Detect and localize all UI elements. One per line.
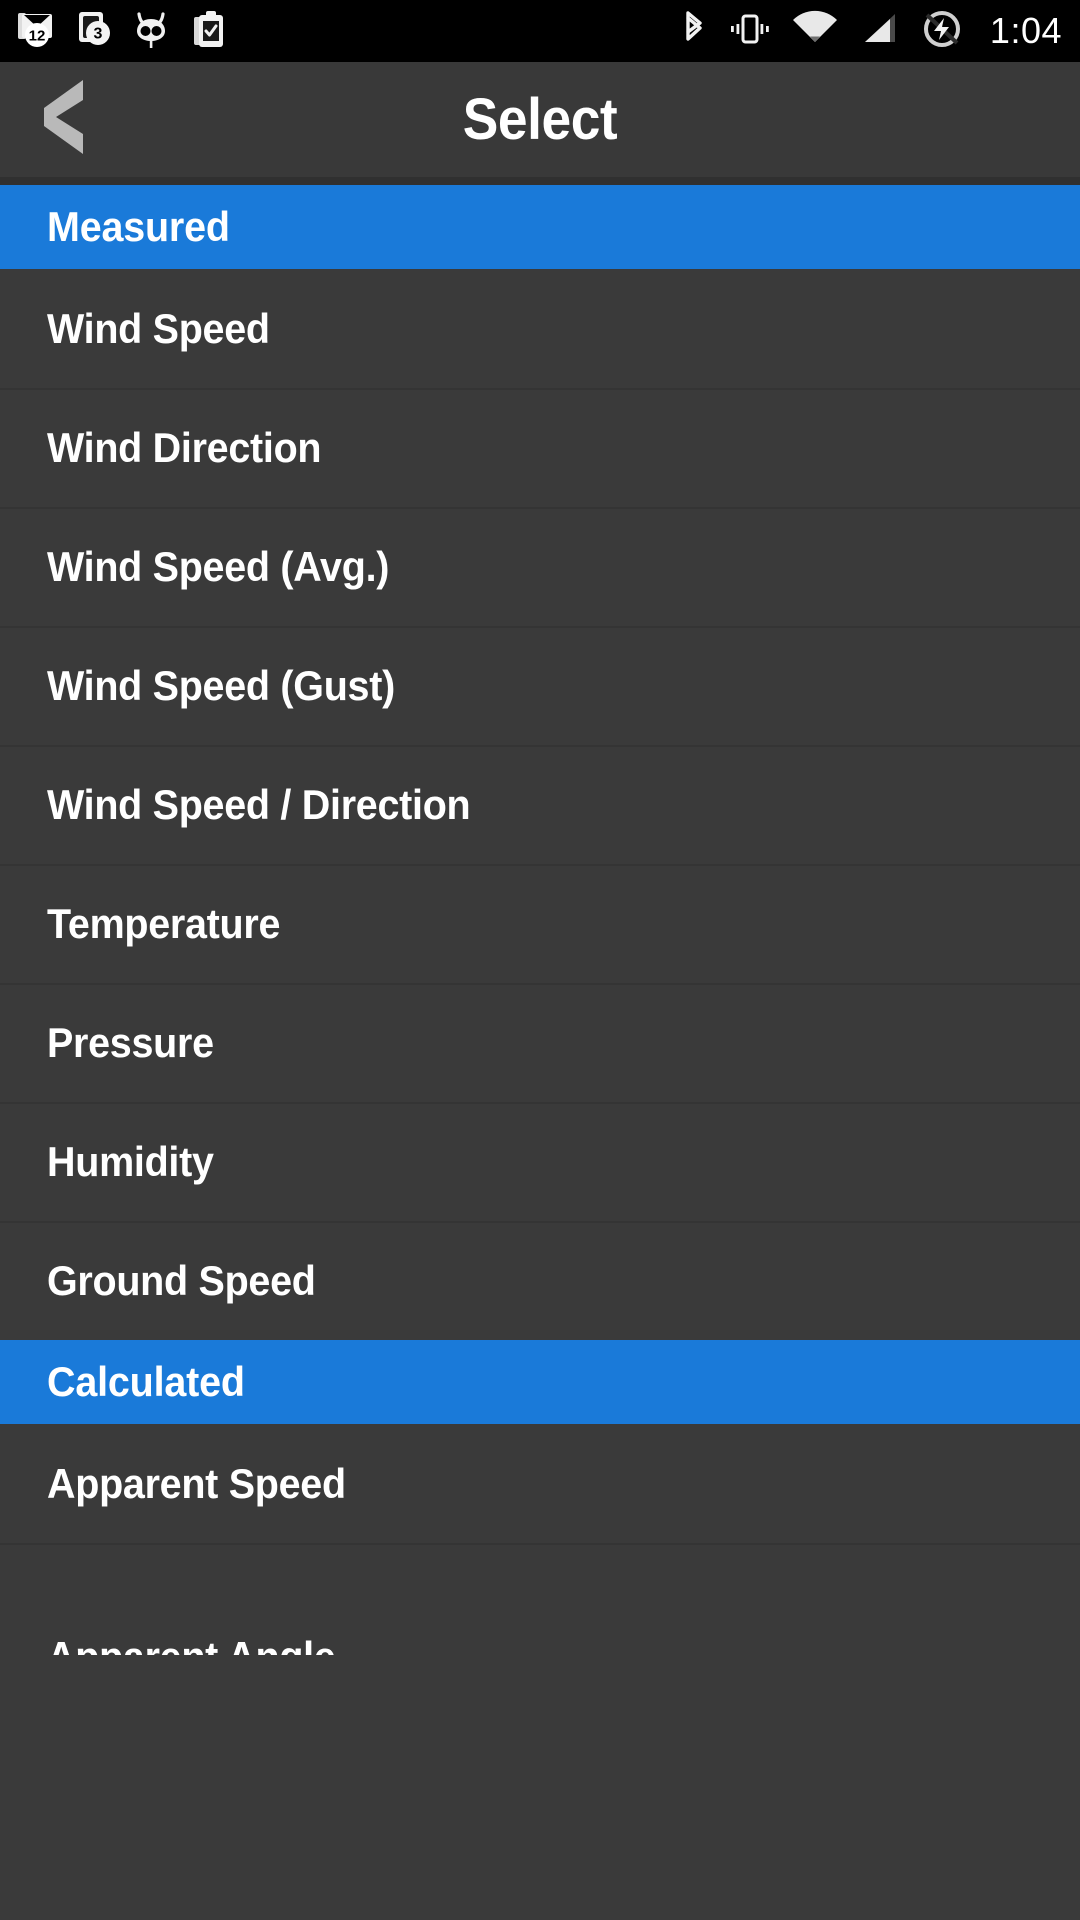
app-bar: Select [0,62,1080,177]
cellular-signal-icon [857,8,903,55]
messaging-badge-count: 3 [94,25,103,42]
list-item-label: Pressure [47,1018,214,1066]
messaging-icon: 3 [74,7,114,56]
list-item-label: Wind Direction [47,423,322,471]
list-item-apparent-speed[interactable]: Apparent Speed [0,1424,1080,1543]
list-item-wind-speed-avg[interactable]: Wind Speed (Avg.) [0,507,1080,626]
status-bar-clock: 1:04 [989,10,1062,51]
status-bar-notification-icons: 12 3 [14,7,230,56]
list-item-ground-speed[interactable]: Ground Speed [0,1221,1080,1340]
section-header-calculated: Calculated [0,1340,1080,1424]
cyanogenmod-icon [130,7,172,56]
page-title: Select [462,87,618,152]
list-item-label: Apparent Angle [47,1633,336,1655]
list-item-temperature[interactable]: Temperature [0,864,1080,983]
list-item-label: Apparent Speed [47,1459,346,1507]
option-list[interactable]: Measured Wind Speed Wind Direction Wind … [0,185,1080,1655]
list-item-wind-direction[interactable]: Wind Direction [0,388,1080,507]
chevron-left-icon [26,74,104,165]
status-bar: 12 3 1:04 [0,0,1080,62]
phone-screen: 12 3 1:04 Select Measured Wind Speed Win… [0,0,1080,1920]
list-item-label: Wind Speed [47,304,270,352]
list-item-label: Humidity [47,1137,214,1185]
list-item-label: Wind Speed / Direction [47,780,471,828]
list-item-wind-speed[interactable]: Wind Speed [0,269,1080,388]
list-item-humidity[interactable]: Humidity [0,1102,1080,1221]
mail-cat-icon: 12 [14,7,58,56]
section-header-label: Calculated [47,1358,245,1405]
wifi-icon [790,8,840,55]
section-header-label: Measured [47,203,230,250]
bluetooth-icon [678,8,710,55]
list-item-label: Wind Speed (Avg.) [47,542,390,590]
battery-charging-icon [920,7,964,56]
list-item-label: Temperature [47,899,281,947]
list-item-wind-speed-gust[interactable]: Wind Speed (Gust) [0,626,1080,745]
list-item-label: Ground Speed [47,1256,316,1304]
app-bar-shadow-gap [0,177,1080,185]
clipboard-check-icon [188,7,230,56]
section-header-measured: Measured [0,185,1080,269]
list-item-wind-speed-direction[interactable]: Wind Speed / Direction [0,745,1080,864]
mail-badge-count: 12 [29,27,46,44]
list-item-apparent-angle[interactable]: Apparent Angle [0,1543,1080,1655]
list-item-label: Wind Speed (Gust) [47,661,395,709]
list-item-pressure[interactable]: Pressure [0,983,1080,1102]
back-button[interactable] [0,62,130,177]
vibrate-icon [727,8,773,55]
status-bar-system-icons: 1:04 [678,7,1062,56]
